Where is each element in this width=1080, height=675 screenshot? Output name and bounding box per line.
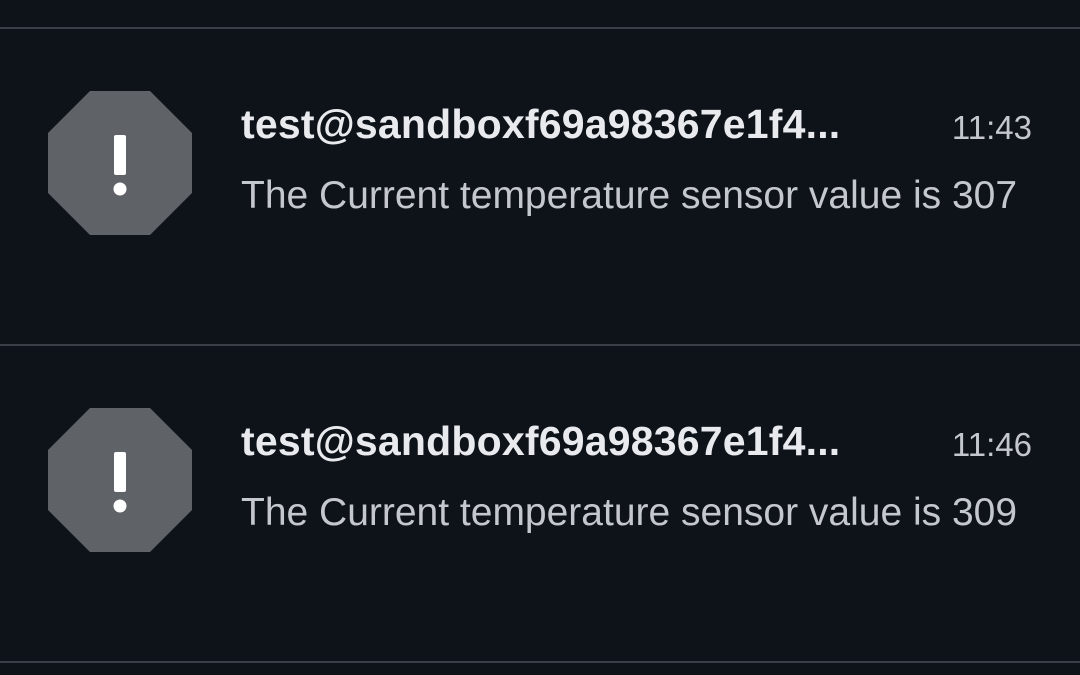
notification-item[interactable]: test@sandboxf69a98367e1f4... 11:46 The C… xyxy=(0,346,1080,662)
notification-sender: test@sandboxf69a98367e1f4... xyxy=(241,101,841,147)
notification-message: The Current temperature sensor value is … xyxy=(241,491,1018,534)
notification-time: 11:43 xyxy=(951,109,1032,146)
alert-octagon-icon xyxy=(48,91,192,235)
notification-time: 11:46 xyxy=(951,426,1032,463)
alert-octagon-icon xyxy=(48,408,192,552)
notification-list: test@sandboxf69a98367e1f4... 11:43 The C… xyxy=(0,0,1080,675)
notification-message: The Current temperature sensor value is … xyxy=(241,174,1018,217)
notification-item[interactable]: test@sandboxf69a98367e1f4... 11:43 The C… xyxy=(0,29,1080,345)
notification-sender: test@sandboxf69a98367e1f4... xyxy=(241,418,841,464)
divider-bottom xyxy=(0,661,1080,663)
